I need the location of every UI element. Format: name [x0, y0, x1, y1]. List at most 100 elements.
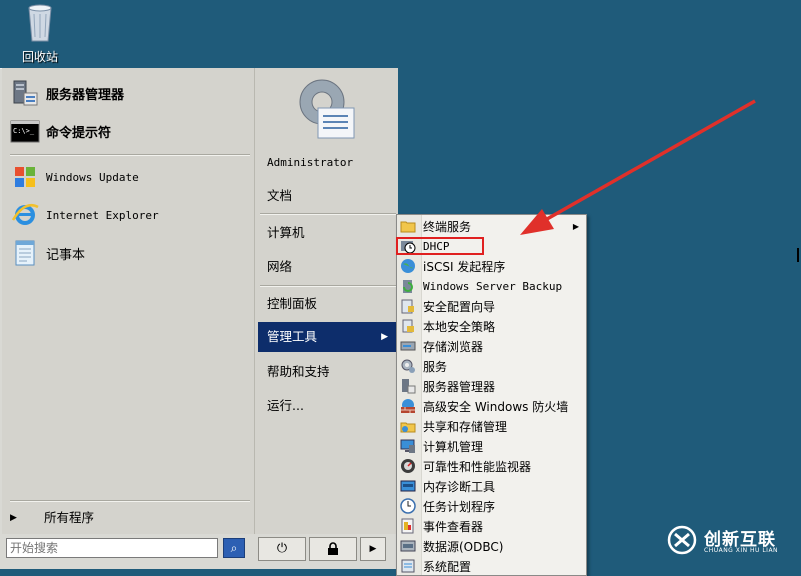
submenu-item-server-manager[interactable]: 服务器管理器 [397, 376, 583, 396]
recent-windows-update[interactable]: Windows Update [10, 160, 139, 194]
submenu-item-storage-explorer[interactable]: 存储浏览器 [397, 336, 583, 356]
task-scheduler-icon [400, 498, 416, 514]
help-label: 帮助和支持 [267, 364, 330, 379]
submenu-item-odbc[interactable]: 数据源(ODBC) [397, 536, 583, 556]
submenu-item-system-config[interactable]: 系统配置 [397, 556, 583, 576]
windows-update-icon [15, 167, 35, 187]
recent-notepad[interactable]: 记事本 [10, 236, 85, 270]
submenu-item-iscsi[interactable]: iSCSI 发起程序 [397, 256, 583, 276]
submenu-item-firewall[interactable]: 高级安全 Windows 防火墙 [397, 396, 583, 416]
dhcp-highlight-box [396, 237, 484, 255]
submenu-label: iSCSI 发起程序 [423, 259, 506, 274]
submenu-label: 事件查看器 [423, 519, 484, 534]
internet-explorer-icon [11, 203, 39, 225]
submenu-label: 高级安全 Windows 防火墙 [423, 399, 569, 414]
power-icon: ⏻ [276, 541, 288, 556]
recycle-bin-icon [28, 4, 52, 42]
recent-label: Windows Update [46, 170, 139, 184]
submenu-item-services[interactable]: 服务 [397, 356, 583, 376]
recent-internet-explorer[interactable]: Internet Explorer [10, 198, 159, 232]
folder-icon [400, 221, 416, 233]
right-separator [260, 285, 396, 287]
shutdown-options-button[interactable]: ▶ [360, 537, 386, 561]
submenu-item-share-storage[interactable]: 共享和存储管理 [397, 416, 583, 436]
search-icon: ⌕ [230, 541, 238, 555]
backup-icon [403, 280, 413, 293]
network-label: 网络 [267, 259, 293, 274]
pinned-label: 命令提示符 [46, 125, 112, 141]
search-button[interactable]: ⌕ [223, 538, 245, 558]
command-prompt-icon: C:\>_ [10, 120, 40, 143]
submenu-label: 存储浏览器 [423, 339, 484, 354]
submenu-item-performance-monitor[interactable]: 可靠性和性能监视器 [397, 456, 583, 476]
pinned-command-prompt[interactable]: C:\>_ 命令提示符 [10, 114, 111, 148]
recycle-bin[interactable]: 回收站 [10, 0, 70, 66]
right-separator [260, 213, 396, 215]
recycle-bin-label: 回收站 [21, 50, 58, 64]
recent-label: 记事本 [46, 247, 86, 263]
submenu-item-security-wizard[interactable]: 安全配置向导 [397, 296, 583, 316]
start-search-input[interactable] [6, 538, 218, 558]
event-viewer-icon [401, 518, 414, 534]
performance-monitor-icon [401, 459, 415, 473]
submenu-label: 安全配置向导 [423, 299, 496, 314]
notepad-icon [15, 240, 35, 266]
server-manager-icon [13, 80, 38, 106]
user-name-label: Administrator [267, 156, 354, 169]
network-link[interactable]: 网络 [258, 253, 396, 281]
submenu-label: Windows Server Backup [423, 279, 563, 293]
submenu-label: 本地安全策略 [423, 319, 496, 334]
arrow-right-icon: ▶ [381, 332, 388, 342]
submenu-label: 可靠性和性能监视器 [423, 459, 532, 474]
server-manager-icon [402, 379, 416, 394]
submenu-label: 终端服务 [423, 219, 472, 234]
submenu-label: 计算机管理 [423, 439, 484, 454]
power-button[interactable]: ⏻ [258, 537, 306, 561]
help-link[interactable]: 帮助和支持 [258, 358, 396, 386]
all-programs-button[interactable]: ▶ 所有程序 [6, 506, 250, 530]
brand-logo-icon [667, 525, 697, 555]
submenu-label: 服务 [423, 359, 448, 374]
documents-link[interactable]: 文档 [258, 182, 396, 210]
user-picture-icon [299, 79, 355, 139]
svg-text:C:\>_: C:\>_ [13, 127, 35, 135]
lock-icon [328, 542, 338, 555]
left-separator [10, 154, 250, 156]
lock-button[interactable] [309, 537, 357, 561]
storage-explorer-icon [400, 341, 416, 351]
run-link[interactable]: 运行... [258, 392, 396, 420]
odbc-icon [400, 540, 416, 552]
all-programs-label: 所有程序 [44, 510, 95, 525]
submenu-item-server-backup[interactable]: Windows Server Backup [397, 276, 583, 296]
watermark-logo: 创新互联 CHUANG XIN HU LIAN [660, 520, 800, 564]
submenu-label: 任务计划程序 [423, 499, 496, 514]
services-icon [401, 359, 415, 373]
screen-edge-marker [797, 248, 799, 262]
watermark-subtitle: CHUANG XIN HU LIAN [704, 547, 779, 554]
run-label: 运行... [267, 398, 304, 413]
left-separator [10, 500, 250, 502]
arrow-right-icon: ▶ [369, 544, 377, 554]
firewall-icon [401, 399, 415, 413]
security-wizard-icon [401, 299, 414, 314]
submenu-label: 系统配置 [423, 559, 472, 574]
computer-link[interactable]: 计算机 [258, 219, 396, 247]
control-panel-link[interactable]: 控制面板 [258, 290, 396, 318]
system-config-icon [401, 559, 415, 573]
documents-label: 文档 [267, 188, 293, 203]
submenu-item-task-scheduler[interactable]: 任务计划程序 [397, 496, 583, 516]
user-name-link[interactable]: Administrator [258, 148, 396, 176]
submenu-label: 共享和存储管理 [423, 419, 508, 434]
submenu-label: 服务器管理器 [423, 379, 496, 394]
submenu-item-computer-management[interactable]: 计算机管理 [397, 436, 583, 456]
submenu-item-local-policy[interactable]: 本地安全策略 [397, 316, 583, 336]
submenu-item-memory-diagnostic[interactable]: 内存诊断工具 [397, 476, 583, 496]
submenu-item-event-viewer[interactable]: 事件查看器 [397, 516, 583, 536]
recent-label: Internet Explorer [46, 208, 159, 222]
arrow-right-icon: ▶ [10, 513, 17, 523]
pinned-server-manager[interactable]: 服务器管理器 [10, 76, 124, 110]
memory-diagnostic-icon [400, 480, 416, 492]
control-panel-label: 控制面板 [267, 296, 318, 311]
admin-tools-link[interactable]: 管理工具 ▶ [258, 322, 396, 352]
computer-management-icon [400, 439, 415, 453]
